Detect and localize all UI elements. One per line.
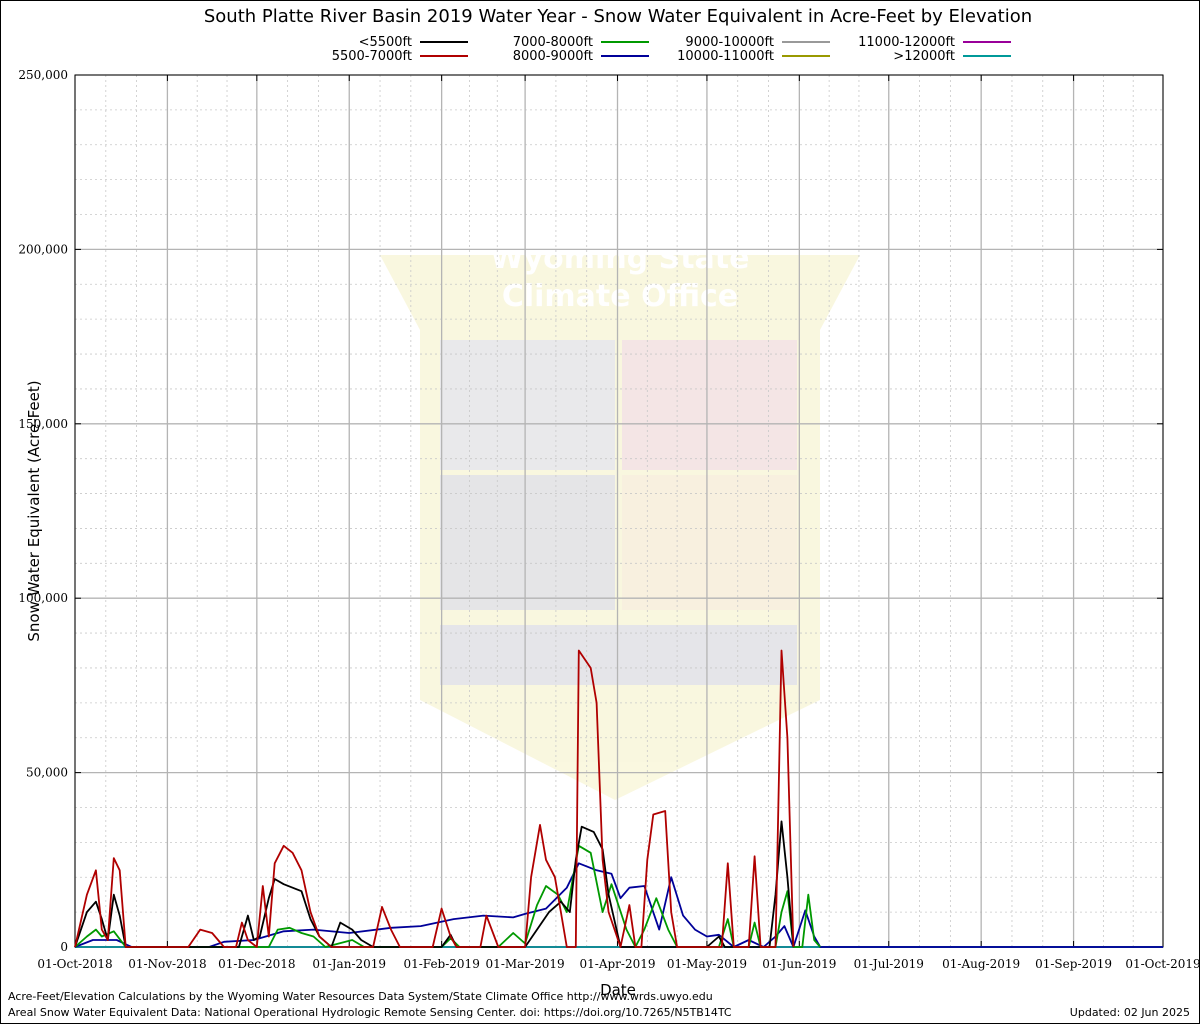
watermark-panel-1 <box>440 340 615 470</box>
x-tick-label: 01-Aug-2019 <box>942 957 1020 971</box>
legend-label: 11000-12000ft <box>858 35 955 50</box>
x-tick-label: 01-Oct-2018 <box>37 957 112 971</box>
y-tick-label: 0 <box>60 940 68 954</box>
x-tick-label: 01-Oct-2019 <box>1125 957 1200 971</box>
credit-line-data-source: Areal Snow Water Equivalent Data: Nation… <box>8 1006 732 1019</box>
x-tick-label: 01-Sep-2019 <box>1035 957 1112 971</box>
watermark-panel-3 <box>440 475 615 610</box>
x-tick-label: 01-Nov-2018 <box>128 957 206 971</box>
legend-label: 5500-7000ft <box>332 49 412 64</box>
legend-label: <5500ft <box>359 35 412 50</box>
x-tick-label: 01-Jun-2019 <box>762 957 836 971</box>
x-tick-label: 01-Feb-2019 <box>403 957 479 971</box>
x-tick-label: 01-Dec-2018 <box>218 957 295 971</box>
legend-label: 9000-10000ft <box>685 35 774 50</box>
legend-label: >12000ft <box>893 49 955 64</box>
watermark-panel-4 <box>622 475 797 610</box>
chart-title: South Platte River Basin 2019 Water Year… <box>204 6 1032 27</box>
x-tick-label: 01-Apr-2019 <box>580 957 656 971</box>
x-tick-label: 01-Jul-2019 <box>854 957 924 971</box>
legend-label: 7000-8000ft <box>513 35 593 50</box>
watermark-star-band <box>440 625 797 685</box>
updated-timestamp: Updated: 02 Jun 2025 <box>1069 1006 1190 1019</box>
watermark-text-line1: Wyoming State <box>491 241 750 276</box>
credit-line-calculations: Acre-Feet/Elevation Calculations by the … <box>8 990 713 1003</box>
watermark-panel-2 <box>622 340 797 470</box>
y-axis-label: Snow Water Equivalent (Acre-Feet) <box>25 380 43 641</box>
chart-figure: Wyoming State Climate Office 0 50,000 100,… <box>0 0 1200 1024</box>
y-tick-label: 50,000 <box>26 766 68 780</box>
x-tick-label: 01-Mar-2019 <box>486 957 565 971</box>
y-tick-label: 250,000 <box>18 68 68 82</box>
legend-label: 10000-11000ft <box>677 49 774 64</box>
x-tick-label: 01-Jan-2019 <box>312 957 386 971</box>
chart-canvas: Wyoming State Climate Office 050,000100,… <box>0 0 1200 1024</box>
legend-label: 8000-9000ft <box>513 49 593 64</box>
x-tick-label: 01-May-2019 <box>667 957 747 971</box>
y-tick-label: 200,000 <box>18 242 68 256</box>
